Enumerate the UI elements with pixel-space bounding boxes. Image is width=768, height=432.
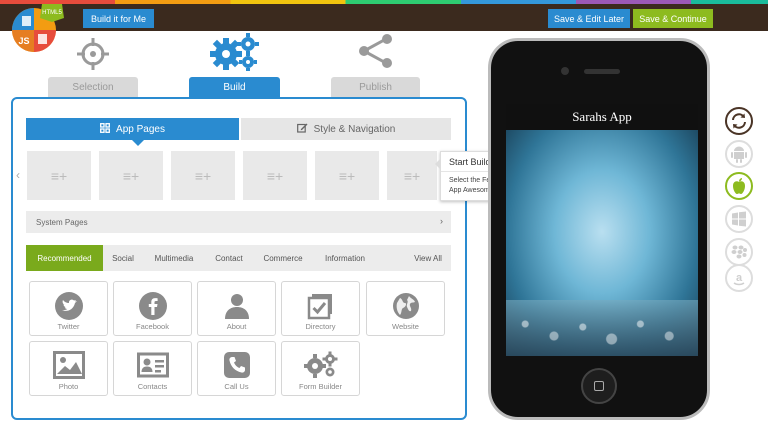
- feature-form-builder[interactable]: Form Builder: [281, 341, 360, 396]
- tooltip-arrow: [435, 158, 441, 170]
- refresh-icon[interactable]: [725, 107, 753, 135]
- tab-app-pages-label: App Pages: [116, 123, 165, 135]
- feature-label: About: [226, 322, 247, 331]
- save-continue-button[interactable]: Save & Continue: [633, 9, 713, 28]
- tab-multimedia[interactable]: Multimedia: [148, 245, 200, 271]
- phone-speaker: [584, 69, 620, 74]
- checklist-icon: [306, 291, 336, 326]
- amazon-icon[interactable]: a: [725, 264, 753, 292]
- feature-twitter[interactable]: Twitter: [29, 281, 108, 336]
- feature-label: Directory: [305, 322, 336, 331]
- tab-publish[interactable]: Publish: [331, 77, 420, 97]
- home-square-icon: [594, 381, 604, 391]
- gears-icon: [210, 32, 260, 77]
- system-pages-label: System Pages: [36, 217, 88, 227]
- apple-icon[interactable]: [725, 172, 753, 200]
- build-it-for-me-button[interactable]: Build it for Me: [83, 9, 154, 28]
- logo-letters: JS: [18, 36, 29, 46]
- active-tab-caret: [132, 140, 144, 146]
- tab-selection[interactable]: Selection: [48, 77, 138, 97]
- android-icon[interactable]: [725, 140, 753, 168]
- windows-icon[interactable]: [725, 205, 753, 233]
- feature-label: Call Us: [224, 382, 249, 391]
- feature-contacts[interactable]: Contacts: [113, 341, 192, 396]
- edit-icon: [296, 123, 308, 136]
- chevron-right-icon: ›: [440, 216, 443, 226]
- tab-view-all[interactable]: View All: [408, 245, 448, 271]
- share-icon: [356, 33, 396, 74]
- feature-call-us[interactable]: Call Us: [197, 341, 276, 396]
- background-image: [506, 130, 698, 356]
- phone-preview: Sarahs App: [488, 38, 710, 420]
- page-slot[interactable]: ≡+: [243, 151, 307, 200]
- water-droplets: [506, 300, 698, 356]
- feature-label: Form Builder: [299, 382, 342, 391]
- image-icon: [52, 351, 85, 384]
- feature-about[interactable]: About: [197, 281, 276, 336]
- crosshair-icon: [76, 37, 110, 76]
- tab-build[interactable]: Build: [189, 77, 280, 97]
- phone-icon: [223, 351, 251, 384]
- tab-recommended[interactable]: Recommended: [26, 245, 103, 271]
- svg-text:a: a: [736, 272, 743, 284]
- page-slot[interactable]: ≡+: [387, 151, 437, 200]
- category-bar: Recommended Social Multimedia Contact Co…: [26, 245, 451, 271]
- feature-website[interactable]: Website: [366, 281, 445, 336]
- twitter-icon: [54, 291, 84, 326]
- color-stripe: [0, 0, 768, 4]
- phone-screen: Sarahs App: [506, 104, 698, 356]
- feature-label: Contacts: [137, 382, 168, 391]
- feature-facebook[interactable]: Facebook: [113, 281, 192, 336]
- facebook-icon: [138, 291, 168, 326]
- feature-label: Facebook: [136, 322, 169, 331]
- globe-icon: [391, 291, 421, 326]
- scroll-left-icon[interactable]: ‹: [16, 168, 20, 182]
- tab-style-navigation[interactable]: Style & Navigation: [241, 118, 451, 140]
- phone-camera: [561, 67, 569, 75]
- grid-icon: [100, 122, 110, 136]
- user-icon: [222, 291, 252, 326]
- tab-commerce[interactable]: Commerce: [258, 245, 308, 271]
- feature-label: Twitter: [57, 322, 80, 331]
- save-edit-later-button[interactable]: Save & Edit Later: [548, 9, 630, 28]
- page-slot[interactable]: ≡+: [315, 151, 379, 200]
- feature-directory[interactable]: Directory: [281, 281, 360, 336]
- tab-style-navigation-label: Style & Navigation: [313, 123, 396, 135]
- feature-photo[interactable]: Photo: [29, 341, 108, 396]
- blackberry-icon[interactable]: [725, 238, 753, 266]
- page-slot[interactable]: ≡+: [99, 151, 163, 200]
- feature-label: Photo: [58, 382, 79, 391]
- contact-card-icon: [136, 351, 169, 384]
- page-slot[interactable]: ≡+: [171, 151, 235, 200]
- home-button: [581, 368, 617, 404]
- app-builder: Build it for Me Save & Edit Later Save &…: [0, 0, 768, 432]
- tab-app-pages[interactable]: App Pages: [26, 118, 239, 140]
- tab-information[interactable]: Information: [316, 245, 374, 271]
- app-title: Sarahs App: [506, 104, 698, 130]
- gears-icon: [303, 351, 338, 384]
- logo-badge: HTML5: [42, 10, 62, 16]
- tab-social[interactable]: Social: [106, 245, 140, 271]
- page-slot[interactable]: ≡+: [27, 151, 91, 200]
- tab-contact[interactable]: Contact: [208, 245, 250, 271]
- system-pages-row[interactable]: System Pages ›: [26, 211, 451, 233]
- logo: HTML5 JS: [8, 2, 66, 54]
- feature-label: Website: [392, 322, 419, 331]
